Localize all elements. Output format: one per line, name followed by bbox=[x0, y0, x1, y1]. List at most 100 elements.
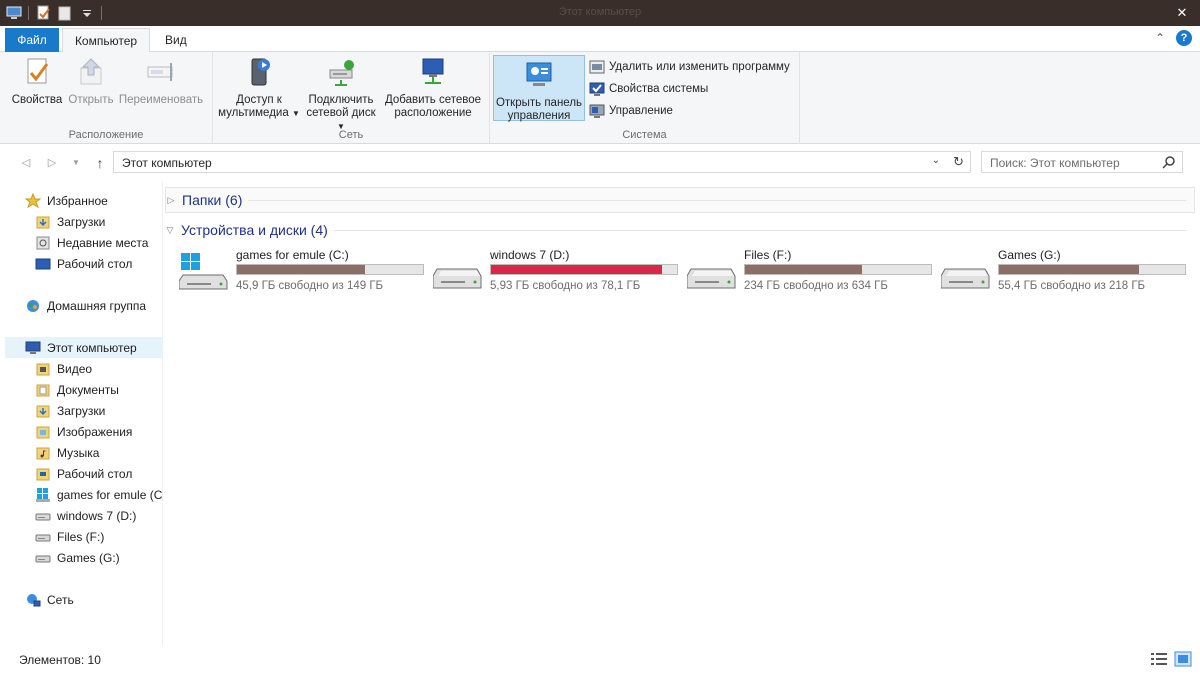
manage-button[interactable]: Управление bbox=[589, 101, 673, 121]
windows-drive-icon bbox=[178, 251, 231, 293]
nav-this-pc-label: Этот компьютер bbox=[47, 340, 137, 355]
window-title: Этот компьютер bbox=[558, 6, 642, 18]
downloads-folder-icon bbox=[35, 403, 51, 419]
chevron-down-icon[interactable]: ▽ bbox=[165, 225, 175, 236]
group-system: Открыть панель управления Удалить или из… bbox=[490, 52, 800, 144]
media-access-button[interactable]: Доступ к мультимедиа ▼ bbox=[217, 56, 301, 120]
nav-drive-f[interactable]: Files (F:) bbox=[35, 526, 104, 547]
nav-downloads[interactable]: Загрузки bbox=[35, 211, 105, 232]
status-bar: Элементов: 10 bbox=[0, 645, 1200, 675]
control-panel-button[interactable]: Открыть панель управления bbox=[493, 55, 585, 122]
uninstall-program-button[interactable]: Удалить или изменить программу bbox=[589, 57, 790, 77]
group-location: Свойства Открыть Переименовать Расположе… bbox=[0, 52, 213, 144]
nav-network-label: Сеть bbox=[47, 592, 74, 607]
address-bar[interactable]: Этот компьютер ⌄ ↻ bbox=[113, 151, 971, 173]
drive-tile[interactable]: Games (G:) 55,4 ГБ свободно из 218 ГБ bbox=[925, 247, 1186, 297]
nav-favorites[interactable]: Избранное bbox=[24, 190, 108, 211]
nav-music-label: Музыка bbox=[57, 445, 100, 460]
folders-group-header[interactable]: ▷ Папки (6) bbox=[165, 187, 1195, 213]
rename-icon bbox=[145, 56, 177, 88]
nav-drive-f-label: Files (F:) bbox=[57, 529, 105, 544]
system-properties-button[interactable]: Свойства системы bbox=[589, 79, 708, 99]
folders-header-label: Папки (6) bbox=[182, 192, 243, 208]
drive-tile[interactable]: games for emule (C:) 45,9 ГБ свободно из… bbox=[163, 247, 424, 297]
nav-desktop-2-label: Рабочий стол bbox=[57, 466, 133, 481]
forward-button[interactable]: ▷ bbox=[44, 155, 60, 171]
computer-management-icon bbox=[589, 103, 605, 119]
open-button[interactable]: Открыть bbox=[66, 56, 116, 107]
nav-desktop-2[interactable]: Рабочий стол bbox=[35, 463, 132, 484]
add-network-label-2: расположение bbox=[394, 107, 472, 119]
recent-locations-dropdown[interactable]: ▼ bbox=[68, 155, 84, 171]
system-properties-label: Свойства системы bbox=[609, 83, 709, 95]
search-icon[interactable] bbox=[1162, 155, 1176, 169]
details-view-icon[interactable] bbox=[1150, 651, 1168, 667]
large-icons-view-icon[interactable] bbox=[1174, 651, 1192, 667]
control-panel-icon bbox=[523, 59, 555, 91]
nav-homegroup-label: Домашняя группа bbox=[47, 298, 147, 313]
header-divider bbox=[248, 199, 1186, 201]
nav-recent-places[interactable]: Недавние места bbox=[35, 232, 148, 253]
windows-drive-icon bbox=[35, 487, 51, 503]
nav-video[interactable]: Видео bbox=[35, 358, 92, 379]
group-network: Доступ к мультимедиа ▼ Подключить сетево… bbox=[213, 52, 490, 144]
nav-drive-g[interactable]: Games (G:) bbox=[35, 547, 120, 568]
help-icon[interactable]: ? bbox=[1176, 30, 1192, 46]
downloads-folder-icon bbox=[35, 214, 51, 230]
nav-favorites-label: Избранное bbox=[47, 193, 108, 208]
control-panel-label-2: управления bbox=[507, 110, 571, 122]
desktop-icon bbox=[35, 256, 51, 272]
computer-icon bbox=[25, 340, 41, 356]
hard-drive-icon bbox=[35, 508, 51, 524]
address-path[interactable]: Этот компьютер bbox=[122, 156, 212, 170]
properties-label: Свойства bbox=[11, 94, 63, 106]
nav-downloads-2[interactable]: Загрузки bbox=[35, 400, 105, 421]
nav-documents[interactable]: Документы bbox=[35, 379, 119, 400]
drive-usage-fill bbox=[999, 265, 1139, 274]
nav-network[interactable]: Сеть bbox=[25, 589, 74, 610]
drive-tile[interactable]: Files (F:) 234 ГБ свободно из 634 ГБ bbox=[671, 247, 932, 297]
drive-free-space: 55,4 ГБ свободно из 218 ГБ bbox=[998, 280, 1146, 292]
documents-folder-icon bbox=[35, 382, 51, 398]
nav-this-pc[interactable]: Этот компьютер bbox=[5, 337, 162, 358]
back-button[interactable]: ◁ bbox=[18, 155, 34, 171]
pictures-folder-icon bbox=[35, 424, 51, 440]
chevron-down-icon[interactable]: ⌄ bbox=[932, 155, 940, 166]
close-icon[interactable]: ✕ bbox=[1174, 5, 1190, 21]
properties-button[interactable]: Свойства bbox=[8, 56, 66, 107]
tab-file[interactable]: Файл bbox=[5, 28, 59, 52]
drive-name: Games (G:) bbox=[998, 248, 1061, 262]
nav-documents-label: Документы bbox=[57, 382, 119, 397]
add-network-location-button[interactable]: Добавить сетевое расположение bbox=[381, 56, 485, 120]
collapse-ribbon-icon[interactable]: ⌃ bbox=[1152, 30, 1168, 46]
recent-places-icon bbox=[35, 235, 51, 251]
drive-tile[interactable]: windows 7 (D:) 5,93 ГБ свободно из 78,1 … bbox=[417, 247, 678, 297]
star-icon bbox=[24, 192, 42, 209]
chevron-right-icon[interactable]: ▷ bbox=[166, 195, 176, 206]
nav-video-label: Видео bbox=[57, 361, 93, 376]
nav-drive-c[interactable]: games for emule (C: bbox=[35, 484, 162, 505]
tab-computer[interactable]: Компьютер bbox=[62, 28, 150, 53]
nav-drive-d[interactable]: windows 7 (D:) bbox=[35, 505, 136, 526]
refresh-icon[interactable]: ↻ bbox=[953, 154, 964, 170]
rename-label: Переименовать bbox=[118, 94, 204, 106]
navigation-pane: Избранное Загрузки Недавние места Рабочи… bbox=[5, 181, 162, 645]
nav-music[interactable]: Музыка bbox=[35, 442, 99, 463]
nav-pictures[interactable]: Изображения bbox=[35, 421, 132, 442]
system-properties-icon bbox=[589, 81, 605, 97]
media-access-label-2: мультимедиа bbox=[218, 107, 289, 119]
map-network-drive-button[interactable]: Подключить сетевой диск ▼ bbox=[301, 56, 381, 133]
drive-usage-bar bbox=[744, 264, 932, 275]
manage-label: Управление bbox=[609, 105, 673, 117]
nav-desktop[interactable]: Рабочий стол bbox=[35, 253, 132, 274]
rename-button[interactable]: Переименовать bbox=[116, 56, 206, 107]
dropdown-arrow-icon: ▼ bbox=[291, 109, 300, 118]
music-folder-icon bbox=[35, 445, 51, 461]
tab-view[interactable]: Вид bbox=[155, 28, 197, 52]
devices-group-header[interactable]: ▽ Устройства и диски (4) bbox=[165, 217, 1195, 243]
up-button[interactable]: ↑ bbox=[92, 155, 108, 171]
properties-icon bbox=[21, 56, 53, 88]
nav-homegroup[interactable]: Домашняя группа bbox=[25, 295, 146, 316]
search-input[interactable]: Поиск: Этот компьютер bbox=[981, 151, 1183, 173]
drive-usage-bar bbox=[236, 264, 424, 275]
